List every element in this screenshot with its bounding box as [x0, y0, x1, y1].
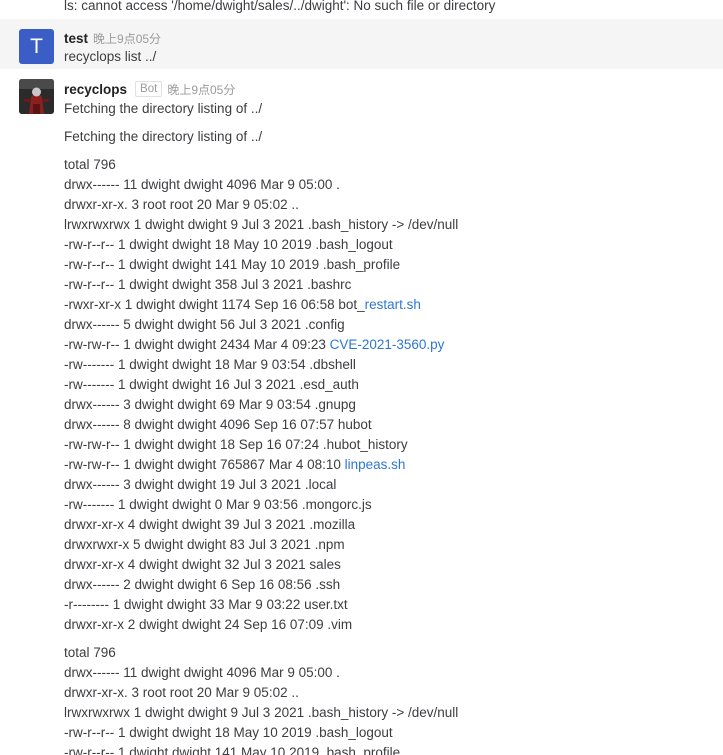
listing-line-text: drwx------ 3 dwight dwight 69 Mar 9 03:5…: [64, 397, 356, 412]
listing-line-text: -rw------- 1 dwight dwight 18 Mar 9 03:5…: [64, 357, 356, 372]
listing-line-text: drwx------ 11 dwight dwight 4096 Mar 9 0…: [64, 177, 340, 192]
listing-line: total 796: [64, 643, 458, 663]
file-link[interactable]: restart.sh: [365, 297, 421, 312]
message-test[interactable]: T test 晚上9点05分 recyclops list ../: [0, 19, 723, 69]
listing-line: -rw------- 1 dwight dwight 18 Mar 9 03:5…: [64, 355, 458, 375]
listing-line: drwxr-xr-x. 3 root root 20 Mar 9 05:02 .…: [64, 683, 458, 703]
listing-line: -rw-r--r-- 1 dwight dwight 18 May 10 201…: [64, 723, 458, 743]
listing-line-text: -r-------- 1 dwight dwight 33 Mar 9 03:2…: [64, 597, 348, 612]
listing-line-text: drwxr-xr-x 4 dwight dwight 32 Jul 3 2021…: [64, 557, 341, 572]
listing-line: -rw-r--r-- 1 dwight dwight 141 May 10 20…: [64, 255, 458, 275]
listing-line-text: drwxr-xr-x 4 dwight dwight 39 Jul 3 2021…: [64, 517, 356, 532]
listing-line: drwxrwxr-x 5 dwight dwight 83 Jul 3 2021…: [64, 535, 458, 555]
listing-line-text: drwx------ 8 dwight dwight 4096 Sep 16 0…: [64, 417, 372, 432]
listing-line: drwxr-xr-x 2 dwight dwight 24 Sep 16 07:…: [64, 615, 458, 635]
chat-message-list: ls: cannot access '/home/dwight/sales/..…: [0, 0, 723, 755]
listing-line: drwx------ 3 dwight dwight 69 Mar 9 03:5…: [64, 395, 458, 415]
listing-line: -rw-rw-r-- 1 dwight dwight 18 Sep 16 07:…: [64, 435, 458, 455]
listing-line: lrwxrwxrwx 1 dwight dwight 9 Jul 3 2021 …: [64, 215, 458, 235]
listing-line: drwx------ 11 dwight dwight 4096 Mar 9 0…: [64, 175, 458, 195]
listing-line-text: drwxr-xr-x. 3 root root 20 Mar 9 05:02 .…: [64, 685, 299, 700]
listing-line: -rwxr-xr-x 1 dwight dwight 1174 Sep 16 0…: [64, 295, 458, 315]
listing-line-text: total 796: [64, 645, 116, 660]
listing-line-text: drwxrwxr-x 5 dwight dwight 83 Jul 3 2021…: [64, 537, 345, 552]
listing-line-text: -rw-r--r-- 1 dwight dwight 18 May 10 201…: [64, 725, 393, 740]
listing-line: drwx------ 5 dwight dwight 56 Jul 3 2021…: [64, 315, 458, 335]
robot-avatar-icon: [19, 79, 54, 114]
listing-line: -rw-r--r-- 1 dwight dwight 18 May 10 201…: [64, 235, 458, 255]
listing-line: drwx------ 11 dwight dwight 4096 Mar 9 0…: [64, 663, 458, 683]
listing-line: lrwxrwxrwx 1 dwight dwight 9 Jul 3 2021 …: [64, 703, 458, 723]
bot-badge: Bot: [135, 81, 163, 97]
listing-line: -rw------- 1 dwight dwight 0 Mar 9 03:56…: [64, 495, 458, 515]
listing-line-text: -rw-r--r-- 1 dwight dwight 141 May 10 20…: [64, 257, 401, 272]
listing-line: total 796: [64, 155, 458, 175]
listing-line-text: drwx------ 2 dwight dwight 6 Sep 16 08:5…: [64, 577, 341, 592]
listing-line-text: total 796: [64, 157, 116, 172]
listing-line-text: -rw-rw-r-- 1 dwight dwight 18 Sep 16 07:…: [64, 437, 408, 452]
listing-line: -rw-r--r-- 1 dwight dwight 141 May 10 20…: [64, 743, 458, 755]
listing-line-text: drwxr-xr-x. 3 root root 20 Mar 9 05:02 .…: [64, 197, 299, 212]
listing-line-text: -rw-rw-r-- 1 dwight dwight 2434 Mar 4 09…: [64, 337, 330, 352]
avatar-letter: T: [30, 35, 43, 58]
listing-line-text: -rw------- 1 dwight dwight 0 Mar 9 03:56…: [64, 497, 372, 512]
message-header: recyclops Bot 晚上9点05分: [64, 79, 235, 99]
listing-line: drwx------ 2 dwight dwight 6 Sep 16 08:5…: [64, 575, 458, 595]
listing-line-text: -rw-r--r-- 1 dwight dwight 141 May 10 20…: [64, 745, 401, 755]
file-link[interactable]: CVE-2021-3560.py: [330, 337, 445, 352]
username[interactable]: recyclops: [64, 82, 127, 97]
avatar[interactable]: [19, 79, 54, 114]
avatar[interactable]: T: [19, 29, 54, 64]
listing-line-text: drwx------ 5 dwight dwight 56 Jul 3 2021…: [64, 317, 345, 332]
listing-line: drwx------ 8 dwight dwight 4096 Sep 16 0…: [64, 415, 458, 435]
timestamp[interactable]: 晚上9点05分: [93, 30, 161, 47]
message-recyclops[interactable]: recyclops Bot 晚上9点05分 Fetching the direc…: [0, 69, 723, 755]
listing-line-text: -rw-r--r-- 1 dwight dwight 358 Jul 3 202…: [64, 277, 352, 292]
listing-line: drwx------ 3 dwight dwight 19 Jul 3 2021…: [64, 475, 458, 495]
message-header: test 晚上9点05分: [64, 28, 161, 48]
listing-line: -rw-rw-r-- 1 dwight dwight 765867 Mar 4 …: [64, 455, 458, 475]
directory-listing-1: total 796 drwx------ 11 dwight dwight 409…: [64, 155, 458, 635]
listing-line: -rw-rw-r-- 1 dwight dwight 2434 Mar 4 09…: [64, 335, 458, 355]
listing-line-text: drwx------ 3 dwight dwight 19 Jul 3 2021…: [64, 477, 337, 492]
listing-line: -rw------- 1 dwight dwight 16 Jul 3 2021…: [64, 375, 458, 395]
directory-listing-2: total 796 drwx------ 11 dwight dwight 409…: [64, 643, 458, 755]
listing-line-text: -rwxr-xr-x 1 dwight dwight 1174 Sep 16 0…: [64, 297, 365, 312]
listing-line-text: lrwxrwxrwx 1 dwight dwight 9 Jul 3 2021 …: [64, 705, 459, 720]
message-line-2: Fetching the directory listing of ../: [64, 129, 263, 144]
previous-message-text: ls: cannot access '/home/dwight/sales/..…: [64, 0, 496, 13]
listing-line-text: -rw------- 1 dwight dwight 16 Jul 3 2021…: [64, 377, 359, 392]
listing-line: -r-------- 1 dwight dwight 33 Mar 9 03:2…: [64, 595, 458, 615]
message-line-1: Fetching the directory listing of ../: [64, 101, 263, 116]
listing-line-text: drwxr-xr-x 2 dwight dwight 24 Sep 16 07:…: [64, 617, 353, 632]
listing-line-text: -rw-rw-r-- 1 dwight dwight 765867 Mar 4 …: [64, 457, 345, 472]
file-link[interactable]: linpeas.sh: [345, 457, 406, 472]
listing-line-text: lrwxrwxrwx 1 dwight dwight 9 Jul 3 2021 …: [64, 217, 459, 232]
message-text: recyclops list ../: [64, 49, 157, 64]
username[interactable]: test: [64, 31, 88, 46]
listing-line: -rw-r--r-- 1 dwight dwight 358 Jul 3 202…: [64, 275, 458, 295]
listing-line-text: drwx------ 11 dwight dwight 4096 Mar 9 0…: [64, 665, 340, 680]
listing-line-text: -rw-r--r-- 1 dwight dwight 18 May 10 201…: [64, 237, 393, 252]
listing-line: drwxr-xr-x 4 dwight dwight 32 Jul 3 2021…: [64, 555, 458, 575]
listing-line: drwxr-xr-x 4 dwight dwight 39 Jul 3 2021…: [64, 515, 458, 535]
timestamp[interactable]: 晚上9点05分: [167, 81, 235, 98]
listing-line: drwxr-xr-x. 3 root root 20 Mar 9 05:02 .…: [64, 195, 458, 215]
